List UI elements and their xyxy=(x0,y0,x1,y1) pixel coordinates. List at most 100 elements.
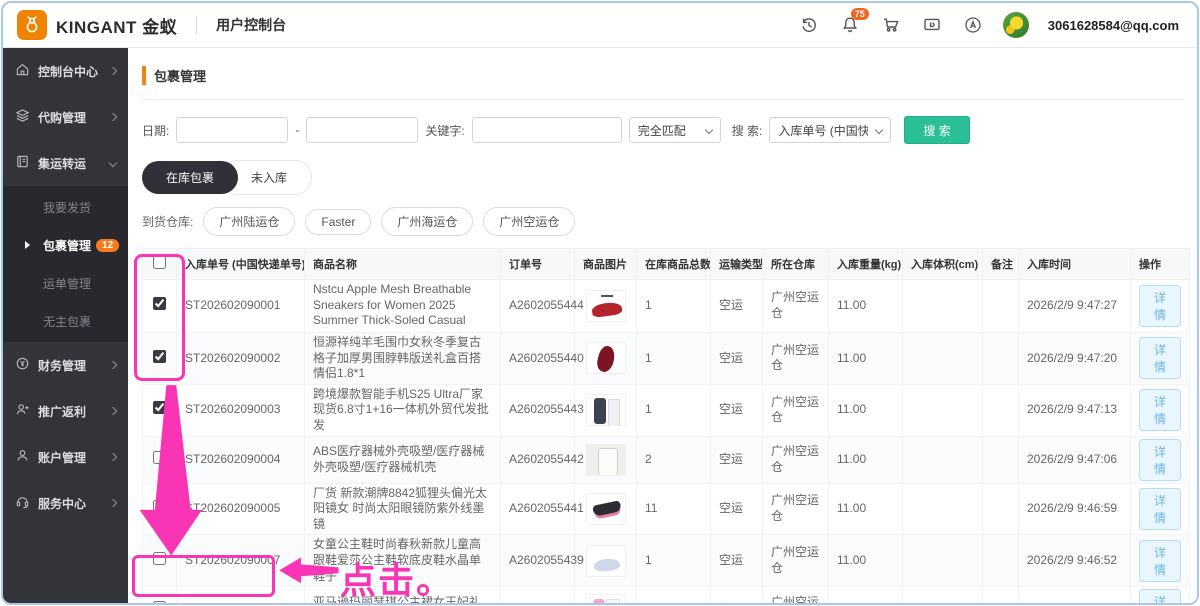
product-name-text: 恒源祥纯羊毛围巾女秋冬季复古格子加厚男围脖韩版送礼盒百搭情侣1.8*1 xyxy=(313,335,492,382)
detail-button[interactable]: 详情 xyxy=(1139,285,1181,327)
sidebar-item-i-want-to-ship[interactable]: 我要发货 xyxy=(3,188,128,226)
a-circle-icon[interactable] xyxy=(962,14,984,36)
detail-button[interactable]: 详情 xyxy=(1139,439,1181,481)
sidebar-item-label: 服务中心 xyxy=(38,495,86,512)
product-name-text: 厂货 新款潮牌8842狐狸头偏光太阳镜女 时尚太阳眼镜防紫外线墨镜 xyxy=(313,486,492,533)
keyword-input[interactable] xyxy=(472,117,622,143)
sidebar-item-account[interactable]: 账户管理 xyxy=(3,434,128,480)
row-checkbox-cell xyxy=(143,587,177,603)
notifications-bell-icon[interactable]: 75 xyxy=(839,14,861,36)
detail-button[interactable]: 详情 xyxy=(1139,488,1181,530)
row-checkbox-cell xyxy=(143,333,177,385)
monitor-icon[interactable] xyxy=(921,14,943,36)
search-type-select[interactable]: 入库单号 (中国快 xyxy=(769,117,891,143)
weight-cell: 11.00 xyxy=(829,483,903,535)
date-from-input[interactable] xyxy=(176,117,288,143)
warehouse-pill-faster[interactable]: Faster xyxy=(305,209,371,235)
col-transport-type: 运输类型 xyxy=(711,249,763,280)
warehouse-cell: 广州空运仓 xyxy=(763,436,829,483)
warehouse-cell: 广州空运仓 xyxy=(763,384,829,436)
row-checkbox[interactable] xyxy=(153,297,166,310)
sidebar-item-consolidation[interactable]: 集运转运 xyxy=(3,140,128,186)
transport-type-cell: 空运 xyxy=(711,384,763,436)
inbound-number-link[interactable]: ST202602090002 xyxy=(177,333,305,385)
volume-cell xyxy=(903,436,983,483)
inbound-number-link[interactable]: ST202602090007 xyxy=(177,535,305,587)
row-checkbox[interactable] xyxy=(153,500,166,513)
table-row: ST202602090002恒源祥纯羊毛围巾女秋冬季复古格子加厚男围脖韩版送礼盒… xyxy=(143,333,1190,385)
table-row: ST202602090004 ABS医疗器械外壳吸塑/医疗器械外壳吸塑/医疗器械机… xyxy=(143,436,1190,483)
scarf-image xyxy=(586,342,626,374)
warehouse-pill-gz-land[interactable]: 广州陆运仓 xyxy=(203,207,295,236)
inbound-time-cell: 2026/2/9 9:46:52 xyxy=(1019,535,1131,587)
history-icon[interactable] xyxy=(798,14,820,36)
sidebar-item-purchasing[interactable]: 代购管理 xyxy=(3,94,128,140)
volume-cell xyxy=(903,333,983,385)
device-image xyxy=(586,444,626,476)
cart-icon[interactable] xyxy=(880,14,902,36)
volume-cell xyxy=(903,384,983,436)
order-number-link[interactable]: A2602055439 xyxy=(501,535,575,587)
inbound-number-link[interactable]: ST202602090008 xyxy=(177,587,305,603)
sidebar-item-unclaimed-packages[interactable]: 无主包裹 xyxy=(3,302,128,340)
sidebar-item-service-center[interactable]: 服务中心 xyxy=(3,480,128,526)
inbound-number-link[interactable]: ST202602090003 xyxy=(177,384,305,436)
quantity-link[interactable]: 2 xyxy=(637,436,711,483)
row-checkbox[interactable] xyxy=(153,552,166,565)
user-avatar[interactable] xyxy=(1003,12,1029,38)
product-name-text: ABS医疗器械外壳吸塑/医疗器械外壳吸塑/医疗器械机壳 xyxy=(313,444,492,475)
search-button[interactable]: 搜 索 xyxy=(904,116,969,144)
inbound-time-cell: 2026/2/9 9:47:27 xyxy=(1019,280,1131,333)
top-header: KINGANT 金蚁 用户控制台 75 xyxy=(3,3,1197,48)
quantity-link[interactable]: 1 xyxy=(637,535,711,587)
quantity-link[interactable]: 1 xyxy=(637,280,711,333)
quantity-link[interactable]: 1 xyxy=(637,333,711,385)
order-number-link[interactable]: A2602055441 xyxy=(501,483,575,535)
order-number-link[interactable]: A2602055442 xyxy=(501,436,575,483)
order-number-link[interactable]: A2602055438 xyxy=(501,587,575,603)
detail-button[interactable]: 详情 xyxy=(1139,540,1181,582)
table-header-row: 入库单号 (中国快递单号) 商品名称 订单号 商品图片 在库商品总数 运输类型 … xyxy=(143,249,1190,280)
row-checkbox[interactable] xyxy=(153,350,166,363)
kingant-logo-icon xyxy=(17,10,47,40)
tab-in-warehouse[interactable]: 在库包裹 xyxy=(142,161,238,194)
sidebar-item-package-management[interactable]: 包裹管理 12 xyxy=(3,226,128,264)
sidebar-item-waybill-management[interactable]: 运单管理 xyxy=(3,264,128,302)
quantity-link[interactable]: 1 xyxy=(637,587,711,603)
row-checkbox[interactable] xyxy=(153,401,166,414)
warehouse-cell: 广州空运仓 xyxy=(763,333,829,385)
inbound-time-cell: 2026/2/9 9:47:13 xyxy=(1019,384,1131,436)
inbound-number-link[interactable]: ST202602090004 xyxy=(177,436,305,483)
sidebar-item-console-center[interactable]: 控制台中心 xyxy=(3,48,128,94)
select-all-checkbox[interactable] xyxy=(153,256,166,269)
note-cell xyxy=(983,384,1019,436)
detail-button[interactable]: 详情 xyxy=(1139,389,1181,431)
detail-button[interactable]: 详情 xyxy=(1139,337,1181,379)
order-number-link[interactable]: A2602055444 xyxy=(501,280,575,333)
inbound-number-link[interactable]: ST202602090005 xyxy=(177,483,305,535)
match-mode-select[interactable]: 完全匹配 xyxy=(629,117,721,143)
sidebar-item-referral[interactable]: 推广返利 xyxy=(3,388,128,434)
inbound-time-cell: 2026/2/9 9:46:59 xyxy=(1019,483,1131,535)
chevron-right-icon xyxy=(109,453,117,461)
warehouse-pill-gz-sea[interactable]: 广州海运仓 xyxy=(381,207,473,236)
inbound-number-link[interactable]: ST202602090001 xyxy=(177,280,305,333)
quantity-link[interactable]: 1 xyxy=(637,384,711,436)
date-to-input[interactable] xyxy=(306,117,418,143)
inbound-time-cell: 2026/2/9 9:46:44 xyxy=(1019,587,1131,603)
order-number-link[interactable]: A2602055440 xyxy=(501,333,575,385)
detail-button[interactable]: 详情 xyxy=(1139,589,1181,603)
note-cell xyxy=(983,587,1019,603)
product-name-cell: ABS医疗器械外壳吸塑/医疗器械外壳吸塑/医疗器械机壳 xyxy=(305,436,501,483)
warehouse-pill-gz-air[interactable]: 广州空运仓 xyxy=(483,207,575,236)
sidebar-item-finance[interactable]: 财务管理 xyxy=(3,342,128,388)
user-email[interactable]: 3061628584@qq.com xyxy=(1048,18,1179,33)
col-product-image: 商品图片 xyxy=(575,249,637,280)
row-checkbox[interactable] xyxy=(153,451,166,464)
note-cell xyxy=(983,535,1019,587)
quantity-link[interactable]: 11 xyxy=(637,483,711,535)
sidebar-item-label: 集运转运 xyxy=(38,155,86,172)
order-number-link[interactable]: A2602055443 xyxy=(501,384,575,436)
row-checkbox[interactable] xyxy=(153,601,166,603)
status-tabs: 在库包裹 未入库 xyxy=(142,160,1183,195)
